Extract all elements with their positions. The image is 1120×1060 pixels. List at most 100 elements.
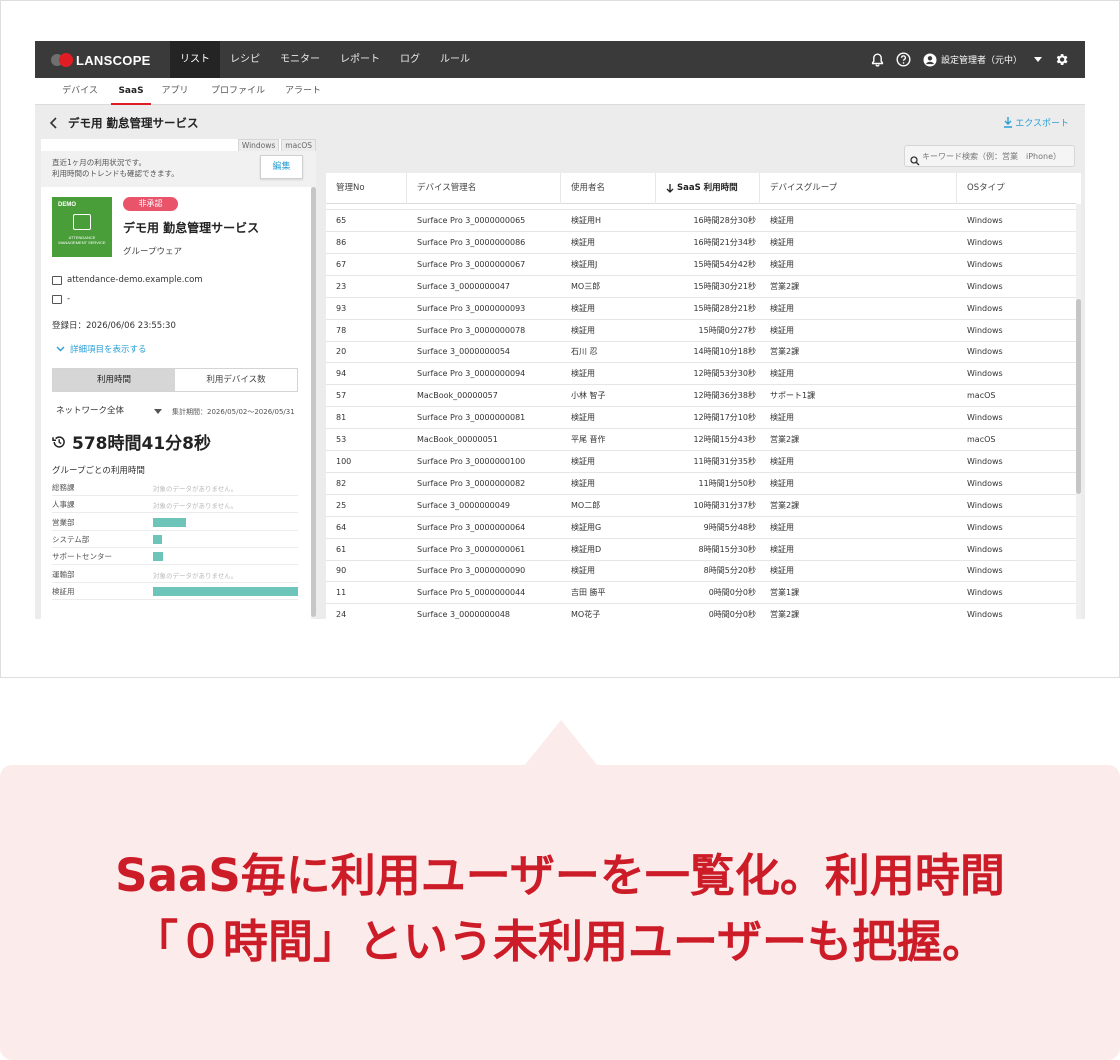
cell-os-type: Windows	[967, 413, 1003, 423]
nav-item-list[interactable]: リスト	[170, 41, 220, 78]
cell-user-name: 石川 忍	[571, 347, 598, 357]
toggle-device-count[interactable]: 利用デバイス数	[175, 369, 297, 391]
cell-no: 81	[336, 413, 347, 423]
cell-device-name: Surface 3_0000000047	[417, 281, 511, 291]
device-text: -	[67, 294, 71, 304]
cell-device-name: Surface Pro 3_0000000065	[417, 216, 526, 225]
cell-device-name: MacBook_00000057	[417, 391, 498, 401]
cell-device-group: 営業2課	[770, 347, 800, 357]
caret-down-icon[interactable]	[1034, 57, 1042, 62]
show-details-link[interactable]: 詳細項目を表示する	[56, 343, 147, 355]
table-row[interactable]: 90 Surface Pro 3_0000000090 検証用 8時間5分20秒 検証用…	[326, 560, 1076, 583]
bell-icon[interactable]	[871, 52, 884, 67]
help-icon[interactable]	[896, 52, 911, 67]
cell-saas-time: 15時間54分42秒	[693, 259, 756, 269]
cell-device-group: 検証用	[770, 303, 794, 313]
group-name: 検証用	[52, 586, 75, 596]
device-row: -	[52, 294, 70, 304]
cell-device-name: Surface Pro 3_0000000086	[417, 237, 526, 247]
table-row[interactable]: 94 Surface Pro 3_0000000094 検証用 12時間53分30秒 検…	[326, 363, 1076, 386]
column-header-os-type[interactable]: OSタイプ	[957, 173, 1076, 204]
tab-device[interactable]: デバイス	[55, 78, 105, 105]
network-select[interactable]: ネットワーク全体	[52, 402, 166, 420]
cell-no: 61	[336, 544, 347, 554]
table-row[interactable]: 64 Surface Pro 3_0000000064 検証用G 9時間5分48秒 検証…	[326, 517, 1076, 539]
nav-item-log[interactable]: ログ	[390, 41, 430, 78]
table-row[interactable]: 78 Surface Pro 3_0000000078 検証用 15時間0分27秒 検証…	[326, 320, 1076, 342]
column-header-user-name[interactable]: 使用者名	[561, 173, 656, 204]
cell-device-name: Surface Pro 3_0000000093	[417, 303, 526, 313]
user-account-menu[interactable]: 設定管理者（元中）	[923, 53, 1022, 67]
table-row[interactable]: 24 Surface 3_0000000048 MO花子 0時間0分0秒 営業2課 Win…	[326, 604, 1076, 619]
table-row[interactable]: 61 Surface Pro 3_0000000061 検証用D 8時間15分30秒 検…	[326, 539, 1076, 561]
callout-pointer	[524, 720, 598, 766]
cell-user-name: 検証用	[571, 478, 595, 488]
group-row-group-general-affairs: 総務課 対象のデータがありません。	[52, 479, 298, 496]
saas-app-logo: DEMO ATTENDANCE MANAGEMENT SERVICE	[52, 197, 112, 257]
search-input[interactable]	[922, 148, 1072, 164]
table-row[interactable]: 11 Surface Pro 5_0000000044 吉田 勝平 0時間0分0秒 営業…	[326, 582, 1076, 605]
cell-os-type: macOS	[967, 435, 996, 444]
cell-user-name: 検証用	[571, 566, 595, 576]
column-header-device-name[interactable]: デバイス管理名	[407, 173, 561, 204]
table-row[interactable]: 25 Surface 3_0000000049 MO二郎 10時間31分37秒 営業2課…	[326, 495, 1076, 517]
table-row[interactable]: 93 Surface Pro 3_0000000093 検証用 15時間28分21秒 検…	[326, 298, 1076, 320]
back-arrow-icon[interactable]	[47, 115, 61, 129]
table-row[interactable]: 65 Surface Pro 3_0000000065 検証用H 16時間28分30秒…	[326, 210, 1076, 232]
column-header-saas-time[interactable]: SaaS 利用時間	[656, 173, 760, 204]
tab-saas[interactable]: SaaS	[111, 78, 151, 105]
tab-profile[interactable]: プロファイル	[205, 78, 271, 105]
table-row[interactable]: 53 MacBook_00000051 平尾 晋作 12時間15分43秒 営業2課 mac…	[326, 429, 1076, 451]
table-row[interactable]: 67 Surface Pro 3_0000000067 検証用J 15時間54分42秒…	[326, 254, 1076, 276]
cell-no: 25	[336, 500, 347, 510]
cell-saas-time: 15時間0分27秒	[698, 325, 756, 335]
table-row[interactable]: 23 Surface 3_0000000047 MO三郎 15時間30分21秒 営業2課…	[326, 276, 1076, 298]
table-row[interactable]: 81 Surface Pro 3_0000000081 検証用 12時間17分10秒 検…	[326, 407, 1076, 430]
cell-no: 90	[336, 566, 347, 576]
cell-device-name: Surface Pro 3_0000000067	[417, 259, 526, 269]
tab-app[interactable]: アプリ	[155, 78, 195, 105]
gear-icon[interactable]	[1054, 52, 1069, 67]
cell-device-group: 検証用	[770, 259, 794, 269]
group-usage-bar	[153, 552, 163, 562]
edit-button[interactable]: 編集	[260, 155, 303, 179]
cell-os-type: Windows	[967, 259, 1003, 269]
export-button[interactable]: エクスポート	[1003, 116, 1069, 129]
cell-device-group: 営業2課	[770, 500, 800, 510]
column-header-no[interactable]: 管理No	[326, 173, 407, 204]
show-details-label: 詳細項目を表示する	[70, 345, 147, 355]
table-row[interactable]: 100 Surface Pro 3_0000000100 検証用 11時間31分35秒…	[326, 451, 1076, 473]
group-usage-bar	[153, 586, 298, 596]
cell-device-group: サポート1課	[770, 391, 816, 401]
notice-text: 直近1ヶ月の利用状況です。 利用時間のトレンドも確認できます。	[52, 157, 179, 179]
toggle-usage-time[interactable]: 利用時間	[53, 369, 175, 391]
caption-text: SaaS毎に利用ユーザーを一覧化。利用時間 「０時間」という未利用ユーザーも把握…	[0, 843, 1120, 975]
cell-device-name: Surface 3_0000000049	[417, 500, 511, 510]
cell-user-name: 検証用J	[571, 259, 598, 269]
cell-no: 57	[336, 391, 347, 401]
lanscope-app-window: LANSCOPE リスト レシピ モニター レポート ログ ルール 設定管理者（…	[35, 41, 1085, 619]
cell-user-name: MO三郎	[571, 281, 601, 291]
top-navigation-bar: LANSCOPE リスト レシピ モニター レポート ログ ルール 設定管理者（…	[35, 41, 1085, 78]
column-header-device-group[interactable]: デバイスグループ	[760, 173, 957, 204]
export-label: エクスポート	[1015, 119, 1069, 129]
lanscope-logo[interactable]: LANSCOPE	[51, 52, 151, 68]
nav-item-monitor[interactable]: モニター	[270, 41, 330, 78]
cell-os-type: Windows	[967, 237, 1003, 247]
table-scrollbar[interactable]	[1076, 204, 1081, 619]
table-row[interactable]: 57 MacBook_00000057 小林 智子 12時間36分38秒 サポート1課 m…	[326, 385, 1076, 408]
table-row[interactable]: 20 Surface 3_0000000054 石川 忍 14時間10分18秒 営業2課…	[326, 341, 1076, 364]
group-row-group-verification: 検証用	[52, 583, 298, 600]
table-row[interactable]: 86 Surface Pro 3_0000000086 検証用 16時間21分34秒 検…	[326, 232, 1076, 254]
left-scrollbar[interactable]	[311, 187, 316, 619]
chevron-down-icon	[56, 346, 65, 352]
nav-item-report[interactable]: レポート	[330, 41, 390, 78]
nav-item-recipe[interactable]: レシピ	[220, 41, 270, 78]
cell-device-group: 営業2課	[770, 610, 800, 619]
notice-line-1: 直近1ヶ月の利用状況です。	[52, 158, 147, 167]
tab-alert[interactable]: アラート	[278, 78, 328, 105]
network-select-value: ネットワーク全体	[56, 406, 125, 416]
cell-device-group: 検証用	[770, 237, 794, 247]
nav-item-rule[interactable]: ルール	[430, 41, 480, 78]
table-row[interactable]: 82 Surface Pro 3_0000000082 検証用 11時間1分50秒 検証…	[326, 473, 1076, 495]
